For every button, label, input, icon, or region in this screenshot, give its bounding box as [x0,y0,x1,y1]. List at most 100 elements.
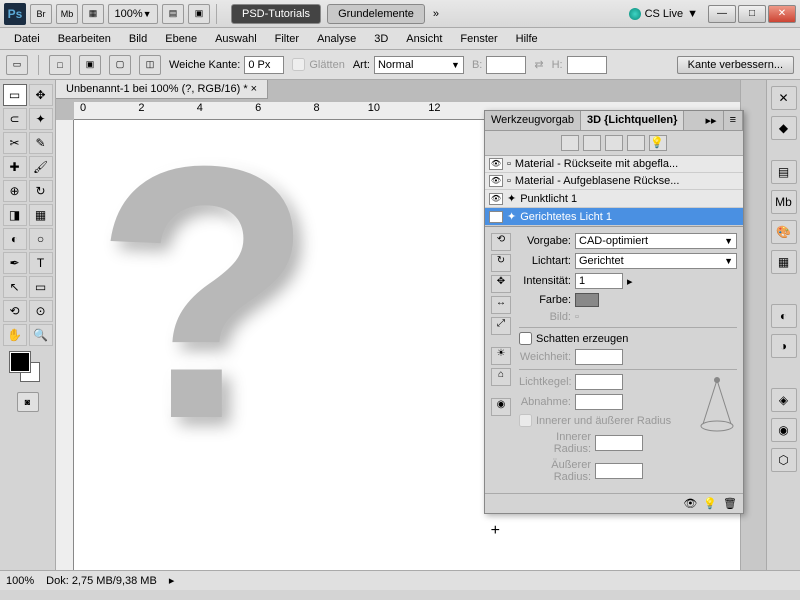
filter-scene-icon[interactable] [561,135,579,151]
zoom-dropdown[interactable]: 100% ▼ [108,4,158,24]
color-swatch[interactable] [575,293,599,307]
blur-tool[interactable]: ◐ [3,228,27,250]
dodge-tool[interactable]: ○ [29,228,53,250]
filter-bulb-icon[interactable]: 💡 [649,135,667,151]
heal-tool[interactable]: ✚ [3,156,27,178]
marquee-sub-icon[interactable]: ▢ [109,55,131,75]
history-brush-tool[interactable]: ↻ [29,180,53,202]
feather-input[interactable] [244,56,284,74]
eyedropper-tool[interactable]: ✎ [29,132,53,154]
channels-icon[interactable]: ◉ [771,418,797,442]
brush-tool[interactable]: 🖌 [29,156,53,178]
maximize-button[interactable]: □ [738,5,766,23]
layer-row-selected[interactable]: 👁✦Gerichtetes Licht 1 [485,208,743,226]
layer-row[interactable]: 👁✦Punktlicht 1 [485,190,743,208]
quickmask-icon[interactable]: ◙ [17,392,39,412]
color-swatches[interactable] [2,352,53,388]
color-icon[interactable]: 🎨 [771,220,797,244]
style-dropdown[interactable]: Normal▼ [374,56,464,74]
3d-scale-icon[interactable]: ⤢ [491,317,511,335]
hand-tool[interactable]: ✋ [3,324,27,346]
3d-pan-icon[interactable]: ✥ [491,275,511,293]
marquee-rect-icon[interactable]: □ [49,55,71,75]
type-tool[interactable]: T [29,252,53,274]
panel-tab-3d-lights[interactable]: 3D {Lichtquellen} [581,111,684,130]
3d-toggle-icon[interactable]: ◉ [491,398,511,416]
toggle-lights-icon[interactable]: 👁 [683,497,697,510]
path-tool[interactable]: ↖ [3,276,27,298]
minibridge-icon[interactable]: Mb [56,4,78,24]
marquee-int-icon[interactable]: ◫ [139,55,161,75]
history-icon[interactable]: ▤ [771,160,797,184]
filter-mesh-icon[interactable] [583,135,601,151]
menu-analyse[interactable]: Analyse [309,31,364,47]
paths-icon[interactable]: ⬡ [771,448,797,472]
3d-light-point-icon[interactable]: ☀ [491,347,511,365]
3d-panel-icon[interactable]: ◆ [771,116,797,140]
panel-collapse-icon[interactable]: ▸▸ [700,111,724,130]
minibridge-dock-icon[interactable]: Mb [771,190,797,214]
document-tab[interactable]: Unbenannt-1 bei 100% (?, RGB/16) * × [56,80,268,99]
close-button[interactable]: ✕ [768,5,796,23]
preset-dropdown[interactable]: CAD-optimiert▼ [575,233,737,249]
tool-preset-icon[interactable]: ▭ [6,55,28,75]
refine-edge-button[interactable]: Kante verbessern... [677,56,794,74]
marquee-add-icon[interactable]: ▣ [79,55,101,75]
foreground-color[interactable] [10,352,30,372]
status-doc-size[interactable]: Dok: 2,75 MB/9,38 MB [46,575,157,587]
3d-roll-icon[interactable]: ↻ [491,254,511,272]
delete-light-icon[interactable]: 🗑 [723,497,737,510]
menu-bild[interactable]: Bild [121,31,155,47]
3d-slide-icon[interactable]: ↔ [491,296,511,314]
3d-camera-tool[interactable]: ⊙ [29,300,53,322]
intensity-input[interactable] [575,273,623,289]
menu-ansicht[interactable]: Ansicht [398,31,450,47]
adjustments-icon[interactable]: ◐ [771,304,797,328]
3d-rotate-icon[interactable]: ⟲ [491,233,511,251]
visibility-icon[interactable]: 👁 [489,175,503,187]
grid-icon[interactable]: ▤ [162,4,184,24]
new-light-icon[interactable]: 💡 [703,497,717,510]
minimize-button[interactable]: — [708,5,736,23]
status-zoom[interactable]: 100% [6,575,34,587]
3d-rotate-tool[interactable]: ⟲ [3,300,27,322]
visibility-icon[interactable]: 👁 [489,158,503,170]
menu-filter[interactable]: Filter [267,31,307,47]
crop-tool[interactable]: ✂ [3,132,27,154]
intensity-stepper[interactable]: ▸ [627,275,633,288]
eraser-tool[interactable]: ◨ [3,204,27,226]
tools-preset-icon[interactable]: ✕ [771,86,797,110]
panel-menu-icon[interactable]: ≡ [724,111,743,130]
3d-light-home-icon[interactable]: ⌂ [491,368,511,386]
screen-mode-icon[interactable]: ▣ [188,4,210,24]
menu-fenster[interactable]: Fenster [452,31,505,47]
move-tool[interactable]: ✥ [29,84,53,106]
workspace-tab-grundelemente[interactable]: Grundelemente [327,4,425,24]
visibility-icon[interactable]: 👁 [489,193,503,205]
view-extras-icon[interactable]: ▦ [82,4,104,24]
bridge-icon[interactable]: Br [30,4,52,24]
filter-lights-icon[interactable] [627,135,645,151]
filter-materials-icon[interactable] [605,135,623,151]
menu-3d[interactable]: 3D [366,31,396,47]
menu-datei[interactable]: Datei [6,31,48,47]
workspace-more-icon[interactable]: » [433,8,439,20]
lasso-tool[interactable]: ⊂ [3,108,27,130]
light-type-dropdown[interactable]: Gerichtet▼ [575,253,737,269]
layers-icon[interactable]: ◈ [771,388,797,412]
shadow-checkbox[interactable] [519,332,532,345]
workspace-tab-tutorials[interactable]: PSD-Tutorials [231,4,321,24]
zoom-tool[interactable]: 🔍 [29,324,53,346]
menu-hilfe[interactable]: Hilfe [508,31,546,47]
layer-row[interactable]: 👁▫Material - Aufgeblasene Rückse... [485,173,743,190]
cslive-button[interactable]: CS Live ▼ [629,8,698,20]
layer-row[interactable]: 👁▫Material - Rückseite mit abgefla... [485,156,743,173]
menu-ebene[interactable]: Ebene [157,31,205,47]
menu-auswahl[interactable]: Auswahl [207,31,265,47]
stamp-tool[interactable]: ⊕ [3,180,27,202]
wand-tool[interactable]: ✦ [29,108,53,130]
pen-tool[interactable]: ✒ [3,252,27,274]
visibility-icon[interactable]: 👁 [489,211,503,223]
gradient-tool[interactable]: ▦ [29,204,53,226]
marquee-tool[interactable]: ▭ [3,84,27,106]
